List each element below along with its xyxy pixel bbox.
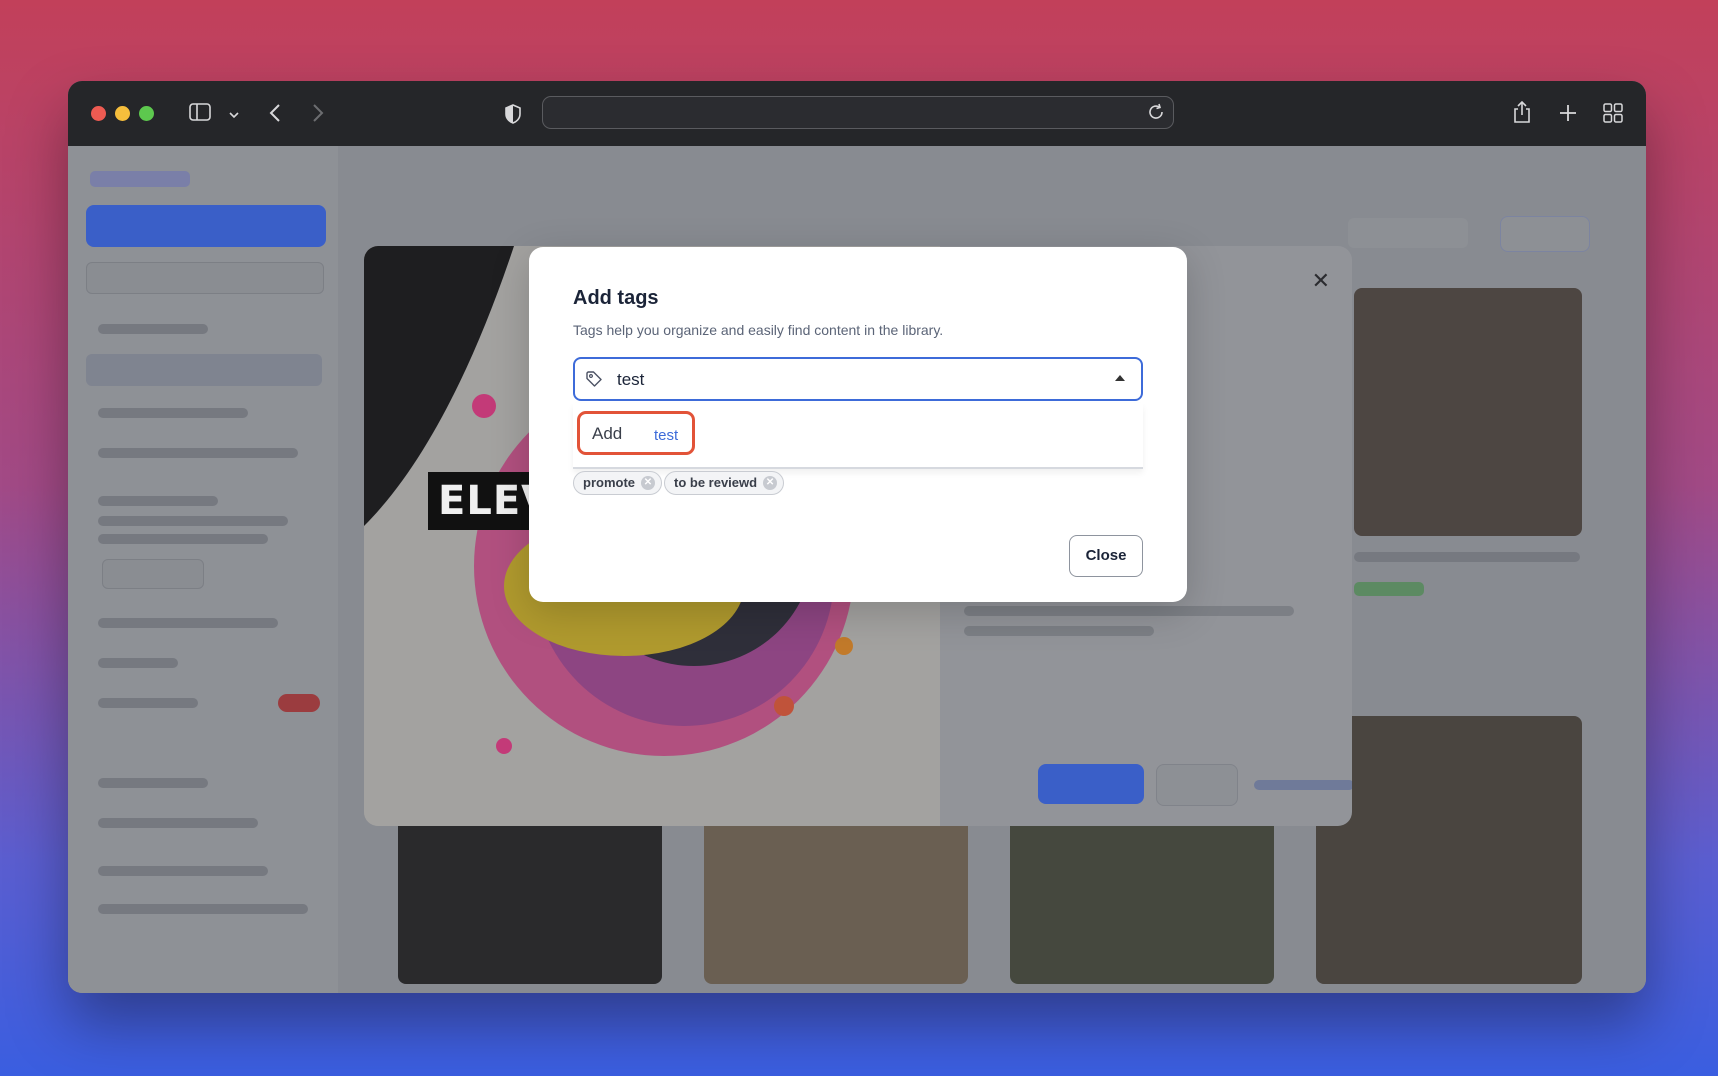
add-tag-option[interactable]: Add test — [577, 411, 695, 455]
description-line-blurred — [964, 606, 1294, 616]
tag-input-value: test — [617, 370, 645, 389]
create-button-blurred — [86, 205, 326, 247]
nav-item-blurred — [98, 618, 278, 628]
tag-chip: to be reviewd ✕ — [664, 471, 785, 495]
minimize-window-button[interactable] — [115, 106, 130, 121]
tag-icon — [585, 370, 603, 388]
description-line-blurred — [964, 626, 1154, 636]
nav-item-blurred — [98, 698, 198, 708]
tab-overview-icon[interactable] — [1603, 103, 1623, 127]
filter-blurred — [1500, 216, 1590, 252]
nav-item-blurred — [98, 778, 208, 788]
remove-tag-icon[interactable]: ✕ — [763, 476, 778, 490]
badge-blurred — [278, 694, 320, 712]
forward-icon[interactable] — [311, 103, 325, 127]
demo-card-blurred — [98, 516, 288, 526]
tag-input[interactable]: test — [573, 357, 1143, 401]
demo-card-blurred — [98, 496, 218, 506]
nav-item-blurred — [98, 408, 248, 418]
add-option-label: Add — [592, 424, 623, 443]
nav-item-blurred — [98, 866, 268, 876]
download-button-blurred — [1254, 780, 1352, 790]
edit-button-blurred — [1156, 764, 1238, 806]
reload-icon[interactable] — [1147, 103, 1165, 126]
add-option-value: test — [654, 427, 679, 444]
browser-window: ELEV ✕ Add tags Tags help you organize a… — [68, 81, 1646, 993]
share-icon[interactable] — [1512, 100, 1532, 128]
back-icon[interactable] — [268, 103, 282, 127]
modal-title: Add tags — [573, 287, 659, 309]
address-bar[interactable] — [542, 96, 1174, 129]
modal-subtitle: Tags help you organize and easily find c… — [573, 322, 944, 338]
demo-button-blurred — [102, 559, 204, 589]
nav-item-blurred — [98, 904, 308, 914]
close-window-button[interactable] — [91, 106, 106, 121]
sidebar-blurred — [68, 146, 338, 993]
add-tags-modal: Add tags Tags help you organize and easi… — [529, 247, 1187, 602]
caret-up-icon[interactable] — [1115, 375, 1125, 381]
close-icon[interactable]: ✕ — [1312, 268, 1330, 294]
new-tab-icon[interactable] — [1558, 103, 1578, 127]
shield-icon[interactable] — [504, 104, 522, 128]
search-blurred — [1348, 218, 1468, 248]
nav-item-blurred — [98, 324, 208, 334]
nav-item-blurred — [98, 818, 258, 828]
remove-tag-icon[interactable]: ✕ — [641, 476, 655, 490]
nav-item-blurred — [98, 448, 298, 458]
chevron-down-icon[interactable] — [228, 105, 240, 125]
nav-item-active-blurred — [86, 354, 322, 386]
logo-blurred — [90, 171, 190, 187]
nav-item-blurred — [98, 658, 178, 668]
browser-toolbar — [68, 81, 1646, 146]
close-button[interactable]: Close — [1069, 535, 1143, 577]
tile-caption-blurred — [1354, 552, 1580, 562]
workspace-selector-blurred — [86, 262, 324, 294]
page-content: ELEV ✕ Add tags Tags help you organize a… — [68, 146, 1646, 993]
media-tile — [1354, 288, 1582, 536]
maximize-window-button[interactable] — [139, 106, 154, 121]
sidebar-icon[interactable] — [189, 103, 211, 125]
publish-button-blurred — [1038, 764, 1144, 804]
demo-card-blurred — [98, 534, 268, 544]
tag-chip-label: to be reviewd — [674, 475, 758, 490]
tag-suggestion-dropdown: Add test — [573, 403, 1143, 469]
tag-chip: promote ✕ — [573, 471, 662, 495]
media-tile — [1316, 716, 1582, 984]
tag-chip-label: promote — [583, 475, 635, 490]
tile-badge-blurred — [1354, 582, 1424, 596]
